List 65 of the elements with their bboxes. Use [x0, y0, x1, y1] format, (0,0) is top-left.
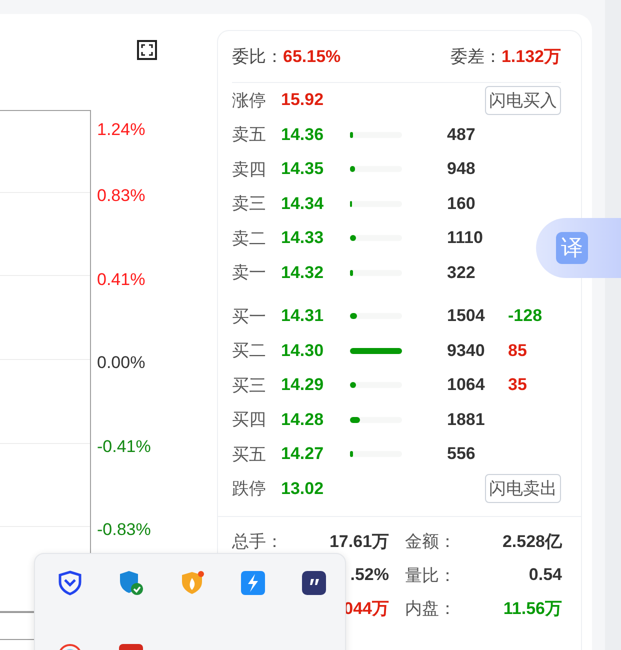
volume: 556 — [447, 444, 476, 464]
scrollbar[interactable] — [605, 0, 621, 650]
sell-button[interactable]: 闪电卖出 — [485, 474, 561, 504]
axis-label: -0.41% — [97, 436, 151, 456]
shield-check-icon[interactable] — [118, 570, 144, 596]
volume: 1064 — [447, 375, 485, 396]
volume-change: -128 — [508, 306, 542, 326]
stat-value: 2.528亿 — [502, 531, 562, 554]
price: 13.02 — [281, 478, 325, 499]
lightning-icon[interactable] — [240, 570, 266, 596]
volume: 9340 — [447, 340, 485, 361]
fullscreen-icon[interactable] — [137, 40, 157, 60]
volume-change: 35 — [508, 375, 527, 396]
price: 14.35 — [281, 159, 325, 180]
price: 14.29 — [281, 375, 325, 396]
price: 14.28 — [281, 410, 325, 430]
stat-value: 0.54 — [528, 565, 562, 586]
axis-label: 0.00% — [97, 353, 146, 373]
level-label: 买二 — [232, 340, 267, 362]
level-label: 买一 — [232, 306, 267, 328]
volume: 948 — [447, 159, 476, 180]
price: 14.27 — [281, 444, 325, 464]
level-label: 卖二 — [232, 228, 267, 250]
stat-label: 量比： — [405, 564, 456, 587]
axis-label: 1.24% — [97, 120, 146, 140]
volume: 1504 — [447, 306, 485, 326]
level-label: 卖五 — [232, 124, 267, 146]
level-label: 卖四 — [232, 158, 267, 181]
price: 14.33 — [281, 228, 325, 248]
quote-icon[interactable] — [301, 570, 327, 596]
axis-label: 0.41% — [97, 270, 146, 290]
level-label: 卖三 — [232, 193, 267, 216]
price: 14.34 — [281, 194, 325, 214]
limit-label: 跌停 — [232, 478, 267, 500]
stat-value: 11.56万 — [503, 598, 562, 620]
diff-value: 1.132万 — [501, 47, 561, 66]
price: 14.32 — [281, 262, 325, 283]
volume: 1110 — [447, 228, 483, 248]
stat-value: .52% — [350, 565, 389, 586]
stat-label: 总手： — [232, 531, 283, 554]
price: 14.30 — [281, 340, 325, 361]
volume: 322 — [447, 262, 476, 283]
volume: 487 — [447, 124, 476, 145]
limit-label: 涨停 — [232, 90, 267, 112]
volume-change: 85 — [508, 340, 527, 361]
level-label: 买四 — [232, 409, 267, 432]
level-label: 买三 — [232, 374, 267, 397]
stat-value: 17.61万 — [329, 531, 389, 554]
diff-label: 委差： — [450, 47, 502, 66]
stat-label: 金额： — [405, 531, 456, 554]
shield-icon[interactable] — [57, 570, 83, 596]
level-label: 卖一 — [232, 262, 267, 284]
price: 14.36 — [281, 124, 325, 145]
ratio-value: 65.15% — [283, 47, 341, 66]
stat-label: 内盘： — [405, 598, 456, 620]
axis-label: 0.83% — [97, 186, 146, 206]
price: 14.31 — [281, 306, 325, 326]
flame-shield-icon[interactable] — [179, 570, 205, 596]
price: 15.92 — [281, 90, 325, 110]
buy-button[interactable]: 闪电买入 — [485, 86, 561, 115]
volume: 1881 — [447, 410, 485, 430]
ratio-label: 委比： — [232, 47, 283, 66]
axis-label: -0.83% — [97, 520, 151, 540]
volume: 160 — [447, 194, 476, 214]
level-label: 买五 — [232, 444, 267, 466]
